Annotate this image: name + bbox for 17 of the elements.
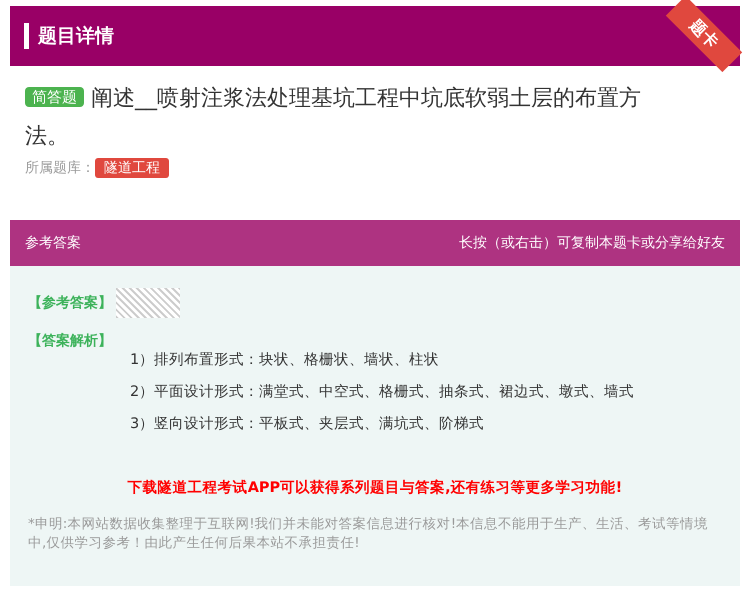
answer-title: 参考答案 bbox=[25, 234, 81, 252]
analysis-line: 3）竖向设计形式：平板式、夹层式、满坑式、阶梯式 bbox=[130, 414, 486, 434]
type-badge: 简答题 bbox=[25, 87, 84, 107]
analysis-label: 【答案解析】 bbox=[28, 332, 113, 350]
analysis-line: 2）平面设计形式：满堂式、中空式、格栅式、抽条式、裙边式、墩式、墙式 bbox=[130, 383, 636, 402]
page-title: 题目详情 bbox=[38, 24, 114, 49]
image-placeholder bbox=[116, 288, 180, 318]
disclaimer-text: *申明:本网站数据收集整理于互联网!我们并未能对答案信息进行核对!本信息不能用于生产、生活、考试等情境中,仅供学习参考！由此产生任何后果本站不承担责任! bbox=[28, 515, 710, 553]
corner-ribbon[interactable]: 题卡 bbox=[666, 0, 742, 72]
analysis-line: 1）排列布置形式：块状、格栅状、墙状、柱状 bbox=[130, 351, 440, 370]
share-hint: 长按（或右击）可复制本题卡或分享给好友 bbox=[459, 234, 725, 252]
answer-label: 【参考答案】 bbox=[28, 294, 112, 312]
promo-text: 下载隧道工程考试APP可以获得系列题目与答案,还有练习等更多学习功能! bbox=[126, 478, 624, 497]
question-text: $^{简答题}$ 阐述__喷射注浆法处理基坑工程中坑底软弱土层的布置方法。 bbox=[25, 85, 642, 151]
bank-tag[interactable]: 隧道工程 bbox=[95, 158, 169, 178]
accent-bar bbox=[24, 23, 29, 49]
bank-label: 所属题库： bbox=[25, 159, 95, 177]
